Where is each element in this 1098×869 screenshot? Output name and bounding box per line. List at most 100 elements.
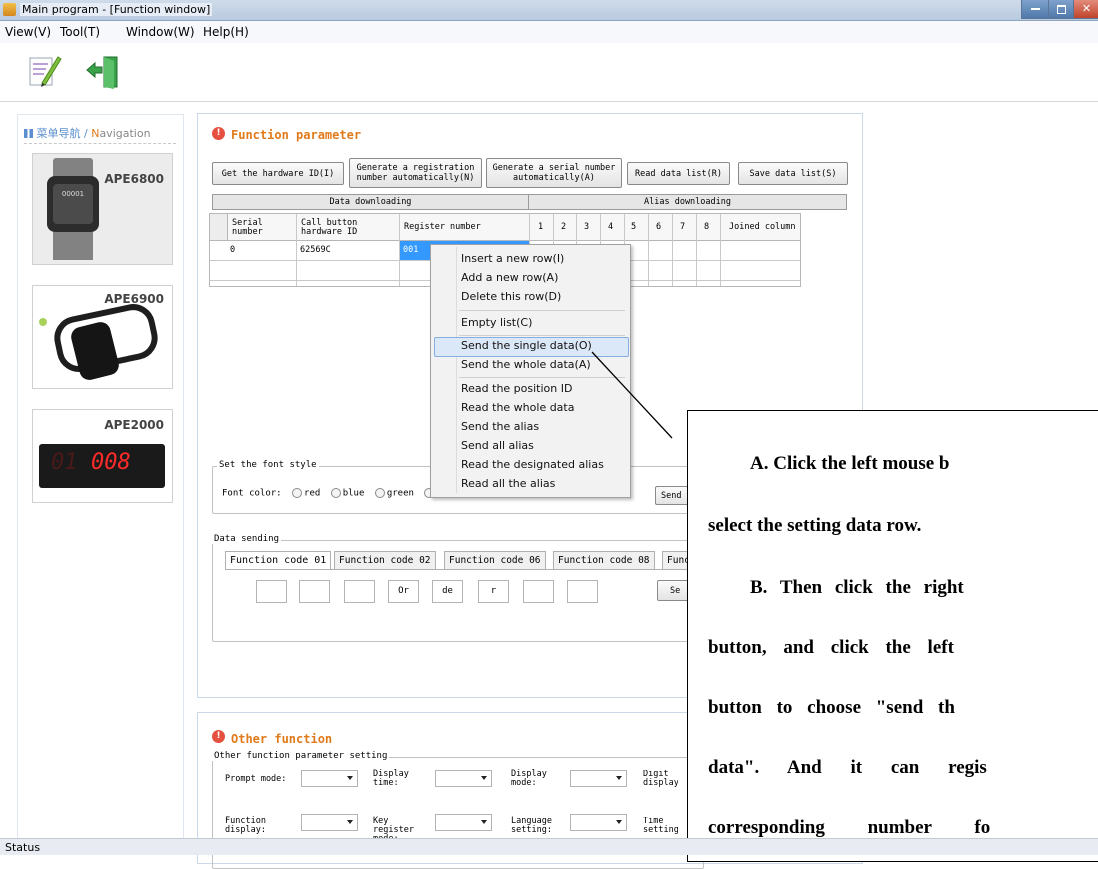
function-display-select[interactable] (301, 814, 358, 831)
device-card-ape6900[interactable]: APE6900 (32, 285, 173, 389)
radio-red[interactable] (292, 488, 303, 498)
annotation-line-1: A. Click the left mouse b (750, 453, 950, 474)
title-bar: Main program - [Function window] ✕ (0, 0, 1098, 21)
menu-bar: View(V) Tool(T) Window(W) Help(H) (0, 21, 1098, 43)
app-icon (3, 3, 16, 16)
exit-icon[interactable] (84, 55, 120, 89)
tab-function-code-01[interactable]: Function code 01 (225, 551, 332, 570)
code-box-4[interactable]: Or (388, 580, 419, 603)
chevron-down-icon (347, 776, 353, 780)
row-register-value: 001 (403, 245, 419, 255)
grid-line (672, 214, 673, 286)
alias-downloading-header: Alias downloading (528, 194, 847, 210)
col-8: 8 (704, 222, 710, 232)
device-card-ape2000[interactable]: APE2000 01 008 (32, 409, 173, 503)
navigation-title: 菜单导航 / Navigation (24, 125, 151, 141)
info-icon: ! (212, 730, 225, 743)
display-time-select[interactable] (435, 770, 492, 787)
menu-add-row[interactable]: Add a new row(A) (461, 271, 558, 284)
led-display: 01 008 (39, 444, 165, 488)
watch-screen: 00001 (53, 184, 93, 224)
generate-registration-number-button[interactable]: Generate a registration number automatic… (349, 158, 482, 188)
tab-function-code-02[interactable]: Function code 02 (334, 551, 436, 569)
status-bar: Status (0, 838, 1098, 855)
read-data-list-button[interactable]: Read data list(R) (627, 162, 730, 185)
menu-read-whole-data[interactable]: Read the whole data (461, 401, 574, 414)
tab-function-code-08[interactable]: Function code 08 (553, 551, 655, 569)
font-color-label: Font color: (222, 488, 282, 499)
code-box-7[interactable] (523, 580, 554, 603)
edit-icon[interactable] (28, 53, 62, 89)
menu-empty-list[interactable]: Empty list(C) (461, 316, 532, 329)
menu-read-all-alias[interactable]: Read all the alias (461, 477, 555, 490)
chevron-down-icon (347, 820, 353, 824)
menu-insert-row[interactable]: Insert a new row(I) (461, 252, 564, 265)
col-joined-column: Joined column (729, 222, 796, 232)
data-sending-title: Data sending (212, 534, 282, 544)
annotation-pointer (591, 351, 673, 439)
watch-strap-bottom (53, 232, 93, 260)
key-register-mode-select[interactable] (435, 814, 492, 831)
code-box-2[interactable] (299, 580, 330, 603)
grid-line (696, 214, 697, 286)
device-card-ape6800[interactable]: 00001 APE6800 (32, 153, 173, 265)
info-icon: ! (212, 127, 225, 140)
col-serial-number: Serial number (232, 218, 263, 237)
menu-tool[interactable]: Tool(T) (60, 25, 100, 39)
radio-red-label: red (304, 488, 321, 499)
minimize-button[interactable] (1021, 0, 1049, 19)
code-box-5[interactable]: de (432, 580, 463, 603)
grid-line (720, 214, 721, 286)
menu-read-position-id[interactable]: Read the position ID (461, 382, 572, 395)
radio-blue[interactable] (330, 488, 341, 498)
toolbar (0, 43, 1098, 102)
prompt-mode-select[interactable] (301, 770, 358, 787)
digit-display-label: Digit display (643, 770, 678, 788)
menu-separator (459, 310, 625, 311)
get-hardware-id-button[interactable]: Get the hardware ID(I) (212, 162, 344, 185)
save-data-list-button[interactable]: Save data list(S) (738, 162, 848, 185)
code-box-1[interactable] (256, 580, 287, 603)
menu-send-whole-data[interactable]: Send the whole data(A) (461, 358, 591, 371)
display-mode-select[interactable] (570, 770, 627, 787)
chevron-down-icon (616, 820, 622, 824)
row-hardware-id[interactable]: 62569C (300, 245, 331, 255)
grid-line (296, 214, 297, 286)
code-box-8[interactable] (567, 580, 598, 603)
row-serial[interactable]: 0 (230, 245, 235, 255)
chevron-down-icon (481, 820, 487, 824)
menu-send-alias[interactable]: Send the alias (461, 420, 539, 433)
maximize-button[interactable] (1048, 0, 1074, 19)
led-prefix: 01 (51, 450, 78, 475)
watch-strap-top (53, 158, 93, 178)
menu-send-all-alias[interactable]: Send all alias (461, 439, 534, 452)
menu-view[interactable]: View(V) (5, 25, 51, 39)
annotation-line-2: select the setting data row. (708, 515, 922, 536)
col-5: 5 (631, 222, 637, 232)
led-digits: 008 (91, 450, 131, 475)
close-icon: ✕ (1081, 2, 1092, 15)
language-setting-select[interactable] (570, 814, 627, 831)
close-button[interactable]: ✕ (1073, 0, 1098, 19)
menu-window[interactable]: Window(W) (126, 25, 195, 39)
menu-read-designated-alias[interactable]: Read the designated alias (461, 458, 604, 471)
code-box-3[interactable] (344, 580, 375, 603)
menu-send-single-data[interactable]: Send the single data(O) (461, 339, 592, 352)
col-2: 2 (561, 222, 567, 232)
watch-body: 00001 (47, 176, 99, 232)
annotation-line-7: corresponding number fo (708, 817, 991, 838)
window-title: Main program - [Function window] (20, 3, 213, 16)
annotation-box: A. Click the left mouse b select the set… (687, 410, 1098, 862)
menu-help[interactable]: Help(H) (203, 25, 249, 39)
col-6: 6 (656, 222, 662, 232)
context-menu-gutter (456, 247, 457, 493)
annotation-line-4: button, and click the left (708, 637, 954, 658)
navigation-title-cn: 菜单导航 (36, 127, 81, 140)
code-box-6[interactable]: r (478, 580, 509, 603)
tab-function-code-06[interactable]: Function code 06 (444, 551, 546, 569)
grid-line (648, 214, 649, 286)
radio-green[interactable] (374, 488, 385, 498)
menu-delete-row[interactable]: Delete this row(D) (461, 290, 561, 303)
function-code-tabs: Function code 01 Function code 02 Functi… (225, 551, 702, 570)
generate-serial-number-button[interactable]: Generate a serial number automatically(A… (486, 158, 622, 188)
